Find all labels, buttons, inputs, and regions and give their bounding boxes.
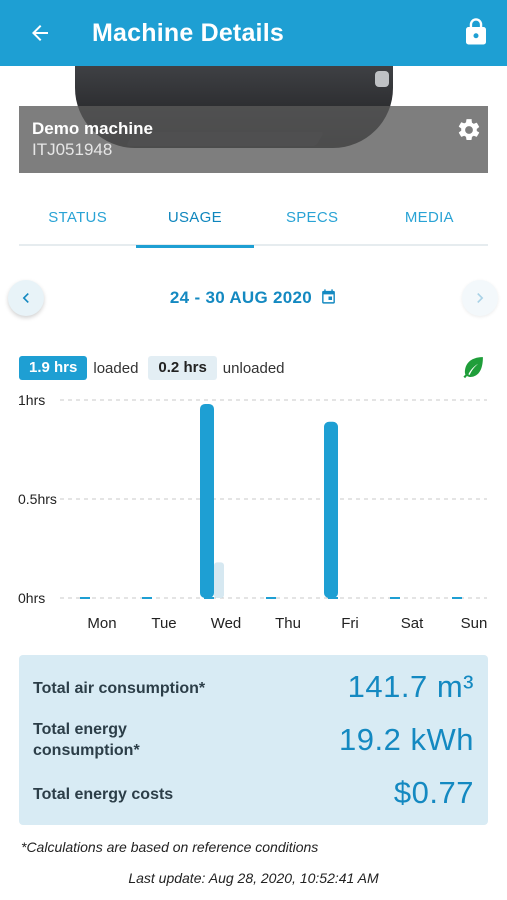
loaded-label: loaded <box>93 359 139 377</box>
y-tick-label: 0.5hrs <box>18 491 57 507</box>
bar-loaded <box>324 421 338 598</box>
consumption-summary: Total air consumption* 141.7 m³ Total en… <box>19 655 488 825</box>
chevron-right-icon <box>477 293 484 303</box>
next-week-button[interactable] <box>462 280 498 316</box>
arrow-back-icon <box>32 25 48 41</box>
tank-valve <box>375 71 389 87</box>
summary-label: Total energy costs <box>33 786 174 803</box>
summary-label: Total air consumption* <box>33 680 206 697</box>
machine-name: Demo machine <box>32 119 153 138</box>
bar-loaded <box>200 403 214 598</box>
usage-legend: 1.9 hrs loaded 0.2 hrs unloaded <box>19 356 285 380</box>
y-tick-label: 0hrs <box>18 590 45 606</box>
last-update-text: Last update: Aug 28, 2020, 10:52:41 AM <box>128 870 379 886</box>
loaded-hours-badge: 1.9 hrs <box>19 356 88 380</box>
x-tick-label: Wed <box>211 615 242 632</box>
x-tick-label: Fri <box>341 615 359 632</box>
date-range-label: 24 - 30 AUG 2020 <box>169 288 313 307</box>
tab-status[interactable]: STATUS <box>19 198 136 244</box>
x-tick-label: Thu <box>275 615 301 632</box>
summary-row-cost: Total energy costs $0.77 <box>33 775 474 811</box>
calculation-footnote: *Calculations are based on reference con… <box>21 839 319 855</box>
date-navigator: 24 - 30 AUG 2020 <box>0 278 507 318</box>
tab-media[interactable]: MEDIA <box>371 198 488 244</box>
x-tick-label: Mon <box>87 615 116 632</box>
lock-icon[interactable] <box>461 17 491 47</box>
summary-value: $0.77 <box>393 775 474 810</box>
unloaded-hours-badge: 0.2 hrs <box>148 356 217 380</box>
x-tick-label: Sun <box>461 615 488 632</box>
tab-bar: STATUS USAGE SPECS MEDIA <box>19 198 488 248</box>
summary-row-energy: Total energy consumption* 19.2 kWh <box>33 719 474 763</box>
summary-label: Total energy consumption* <box>33 721 140 759</box>
unloaded-label: unloaded <box>222 359 285 377</box>
summary-row-air: Total air consumption* 141.7 m³ <box>33 669 474 705</box>
leaf-icon <box>463 357 483 379</box>
tab-usage[interactable]: USAGE <box>136 198 254 248</box>
y-tick-label: 1hrs <box>18 392 45 408</box>
summary-value: 141.7 m³ <box>347 669 474 704</box>
x-tick-label: Tue <box>151 615 176 632</box>
calendar-icon <box>322 289 335 304</box>
date-range-picker[interactable]: 24 - 30 AUG 2020 <box>0 288 507 308</box>
page-title: Machine Details <box>92 18 284 47</box>
machine-serial: ITJ051948 <box>32 140 113 159</box>
machine-image: Demo machine ITJ051948 <box>0 66 507 174</box>
bar-unloaded <box>214 562 224 598</box>
app-bar: Machine Details <box>0 0 507 66</box>
x-tick-label: Sat <box>401 615 424 632</box>
summary-value: 19.2 kWh <box>339 722 474 757</box>
tab-specs[interactable]: SPECS <box>254 198 371 244</box>
back-button[interactable] <box>20 13 60 53</box>
gear-icon[interactable] <box>456 117 482 143</box>
usage-bar-chart: 1hrs 0.5hrs 0hrs Mon Tue Wed Thu Fri Sat Sun <box>18 392 488 632</box>
